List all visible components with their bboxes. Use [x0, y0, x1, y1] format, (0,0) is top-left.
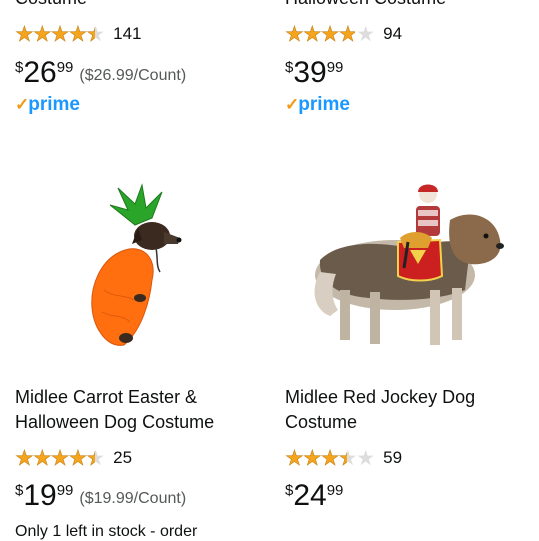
product-title[interactable]: Midlee Red Jockey Dog Costume — [285, 385, 475, 435]
price: $ 19 99 ($19.99/Count) — [15, 479, 187, 512]
review-count: 59 — [383, 448, 403, 467]
review-count: 94 — [383, 24, 403, 43]
stock-notice: Only 1 left in stock - order — [15, 523, 198, 540]
product-title[interactable]: Costume — [15, 0, 87, 11]
review-count: 141 — [113, 24, 142, 43]
price: $ 26 99 ($26.99/Count) — [15, 56, 187, 89]
product-image-carrot-dog[interactable] — [80, 180, 190, 355]
prime-check-icon: ✓ — [15, 95, 30, 114]
rating[interactable]: ★★★★★★★★★★ 25 — [15, 447, 132, 469]
star-rating-icon: ★★★★★★★★★★ — [285, 22, 375, 46]
rating[interactable]: ★★★★★★★★★★ 141 — [15, 23, 142, 45]
price: $ 39 99 — [285, 56, 344, 89]
star-rating-icon: ★★★★★★★★★★ — [15, 446, 105, 470]
prime-badge: ✓ prime — [285, 94, 350, 115]
star-rating-icon: ★★★★★★★★★★ — [285, 446, 375, 470]
prime-check-icon: ✓ — [285, 95, 300, 114]
product-title[interactable]: Midlee Carrot Easter & Halloween Dog Cos… — [15, 385, 214, 435]
unit-price: ($26.99/Count) — [79, 67, 187, 84]
rating[interactable]: ★★★★★★★★★★ 59 — [285, 447, 402, 469]
review-count: 25 — [113, 448, 133, 467]
product-title[interactable]: Halloween Costume — [285, 0, 446, 11]
star-rating-icon: ★★★★★★★★★★ — [15, 22, 105, 46]
product-image-jockey-dog[interactable] — [300, 180, 510, 355]
prime-badge: ✓ prime — [15, 94, 80, 115]
rating[interactable]: ★★★★★★★★★★ 94 — [285, 23, 402, 45]
price: $ 24 99 — [285, 479, 344, 512]
unit-price: ($19.99/Count) — [79, 490, 187, 507]
